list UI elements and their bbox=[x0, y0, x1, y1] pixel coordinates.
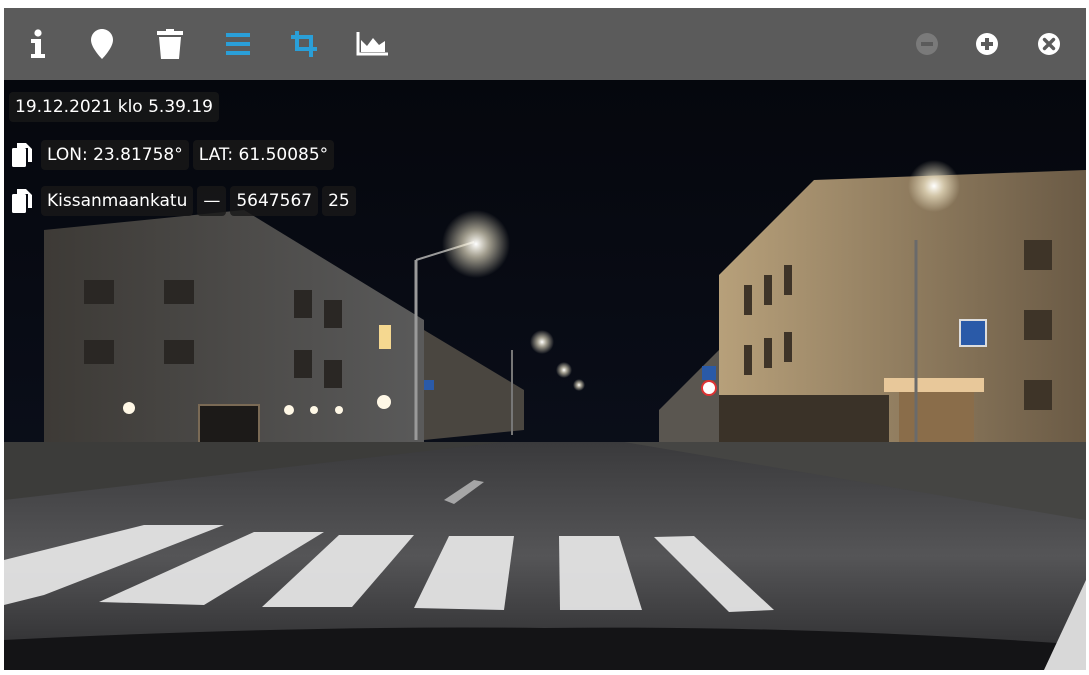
map-marker-icon bbox=[91, 29, 113, 59]
crop-button[interactable] bbox=[288, 26, 324, 62]
copy-icon bbox=[12, 189, 32, 213]
separator-label: — bbox=[197, 186, 227, 216]
longitude-label: LON: 23.81758° bbox=[41, 140, 189, 170]
crop-icon bbox=[291, 31, 317, 57]
location-button[interactable] bbox=[84, 26, 120, 62]
menu-lines-icon bbox=[226, 33, 250, 55]
toolbar bbox=[4, 8, 1086, 80]
zoom-out-button[interactable] bbox=[909, 26, 945, 62]
copy-address-button[interactable] bbox=[9, 186, 35, 216]
zoom-in-icon bbox=[976, 33, 998, 55]
house-number-label: 25 bbox=[322, 186, 356, 216]
photo-viewer: 19.12.2021 klo 5.39.19 LON: 23.81758° LA… bbox=[4, 8, 1086, 670]
record-id-label: 5647567 bbox=[230, 186, 319, 216]
street-name-label: Kissanmaankatu bbox=[41, 186, 194, 216]
chart-button[interactable] bbox=[354, 26, 390, 62]
delete-button[interactable] bbox=[152, 26, 188, 62]
latitude-label: LAT: 61.50085° bbox=[192, 140, 335, 170]
copy-coordinates-button[interactable] bbox=[9, 140, 35, 170]
info-icon bbox=[31, 29, 45, 58]
info-button[interactable] bbox=[20, 26, 56, 62]
address-row: Kissanmaankatu — 5647567 25 bbox=[9, 186, 360, 216]
coordinates-row: LON: 23.81758° LAT: 61.50085° bbox=[9, 140, 338, 170]
zoom-out-icon bbox=[916, 33, 938, 55]
copy-icon bbox=[12, 143, 32, 167]
timestamp-label: 19.12.2021 klo 5.39.19 bbox=[9, 92, 219, 122]
list-button[interactable] bbox=[220, 26, 256, 62]
close-button[interactable] bbox=[1031, 26, 1067, 62]
close-icon bbox=[1038, 33, 1060, 55]
timestamp-row: 19.12.2021 klo 5.39.19 bbox=[9, 92, 223, 122]
chart-area-icon bbox=[356, 32, 388, 56]
trash-icon bbox=[157, 29, 183, 59]
zoom-in-button[interactable] bbox=[969, 26, 1005, 62]
